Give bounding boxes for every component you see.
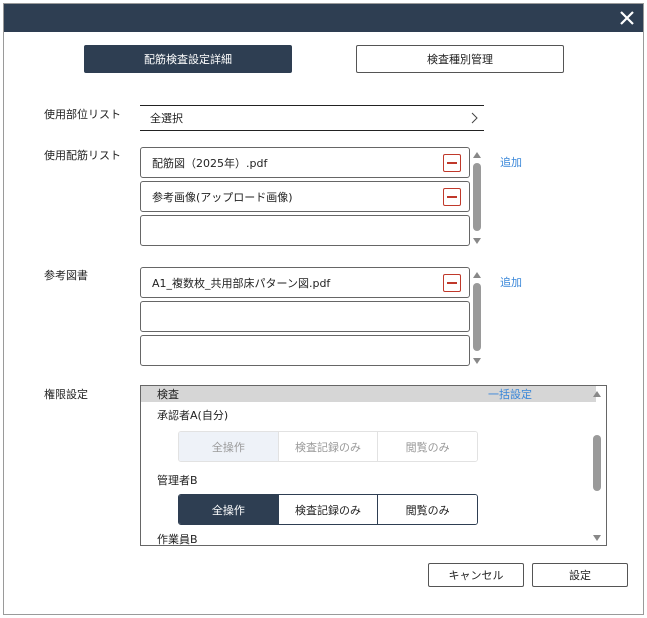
scroll-down-icon[interactable] bbox=[472, 237, 482, 245]
settings-dialog: 配筋検査設定詳細 検査種別管理 使用部位リスト 全選択 使用配筋リスト 配筋図（… bbox=[3, 3, 644, 615]
group-title: 検査 bbox=[157, 388, 179, 401]
parts-list-selector[interactable]: 全選択 bbox=[140, 105, 484, 131]
chevron-right-icon bbox=[471, 112, 478, 124]
user-name: 作業員B bbox=[157, 533, 198, 546]
file-name: A1_複数枚_共用部床パターン図.pdf bbox=[152, 276, 331, 290]
title-bar bbox=[4, 4, 643, 32]
option-view-only[interactable]: 閲覧のみ bbox=[377, 495, 477, 524]
remove-file-button[interactable] bbox=[443, 188, 461, 206]
option-all-operations[interactable]: 全操作 bbox=[179, 495, 278, 524]
permission-selector-disabled: 全操作 検査記録のみ 閲覧のみ bbox=[178, 431, 478, 462]
scroll-thumb[interactable] bbox=[473, 163, 481, 231]
reference-docs-label: 参考図書 bbox=[44, 269, 88, 282]
option-inspection-records-only: 検査記録のみ bbox=[277, 432, 378, 461]
user-name: 承認者A(自分) bbox=[157, 409, 229, 422]
scroll-thumb[interactable] bbox=[593, 435, 601, 491]
permissions-panel: 検査 一括設定 承認者A(自分) 全操作 検査記録のみ 閲覧のみ 管理者B 全操… bbox=[140, 385, 607, 546]
minus-icon bbox=[447, 196, 457, 198]
minus-icon bbox=[447, 282, 457, 284]
user-name: 管理者B bbox=[157, 474, 198, 487]
file-name: 参考画像(アップロード画像) bbox=[152, 190, 293, 204]
remove-file-button[interactable] bbox=[443, 274, 461, 292]
tab-rebar-inspection-settings[interactable]: 配筋検査設定詳細 bbox=[84, 45, 292, 73]
close-button[interactable] bbox=[617, 8, 637, 28]
reference-file-field-empty[interactable] bbox=[140, 335, 470, 366]
option-all-operations: 全操作 bbox=[179, 432, 278, 461]
option-view-only: 閲覧のみ bbox=[377, 432, 477, 461]
close-icon bbox=[620, 11, 634, 25]
add-reference-file-link[interactable]: 追加 bbox=[500, 274, 522, 290]
rebar-file-field: 配筋図（2025年）.pdf bbox=[140, 147, 470, 178]
bulk-settings-link[interactable]: 一括設定 bbox=[488, 386, 532, 402]
permission-selector[interactable]: 全操作 検査記録のみ 閲覧のみ bbox=[178, 494, 478, 525]
scroll-down-icon[interactable] bbox=[472, 357, 482, 365]
confirm-settings-button[interactable]: 設定 bbox=[532, 563, 628, 587]
rebar-list-label: 使用配筋リスト bbox=[44, 149, 121, 162]
scroll-down-icon[interactable] bbox=[592, 534, 602, 542]
scroll-up-icon[interactable] bbox=[472, 271, 482, 279]
permissions-label: 権限設定 bbox=[44, 388, 88, 401]
tab-inspection-type-management[interactable]: 検査種別管理 bbox=[356, 45, 564, 73]
parts-list-label: 使用部位リスト bbox=[44, 108, 121, 121]
rebar-file-field-empty[interactable] bbox=[140, 215, 470, 246]
cancel-button[interactable]: キャンセル bbox=[428, 563, 524, 587]
scroll-up-icon[interactable] bbox=[592, 390, 602, 398]
reference-list-scrollbar[interactable] bbox=[472, 269, 482, 367]
scroll-up-icon[interactable] bbox=[472, 151, 482, 159]
add-rebar-file-link[interactable]: 追加 bbox=[500, 154, 522, 170]
permissions-scrollbar[interactable] bbox=[592, 388, 602, 543]
rebar-list-scrollbar[interactable] bbox=[472, 149, 482, 247]
permissions-group-header: 検査 一括設定 bbox=[141, 386, 596, 402]
rebar-file-field: 参考画像(アップロード画像) bbox=[140, 181, 470, 212]
reference-file-field-empty[interactable] bbox=[140, 301, 470, 332]
scroll-thumb[interactable] bbox=[473, 283, 481, 351]
parts-list-value: 全選択 bbox=[150, 112, 183, 125]
minus-icon bbox=[447, 162, 457, 164]
remove-file-button[interactable] bbox=[443, 154, 461, 172]
reference-file-field: A1_複数枚_共用部床パターン図.pdf bbox=[140, 267, 470, 298]
file-name: 配筋図（2025年）.pdf bbox=[152, 156, 268, 170]
option-inspection-records-only[interactable]: 検査記録のみ bbox=[277, 495, 378, 524]
